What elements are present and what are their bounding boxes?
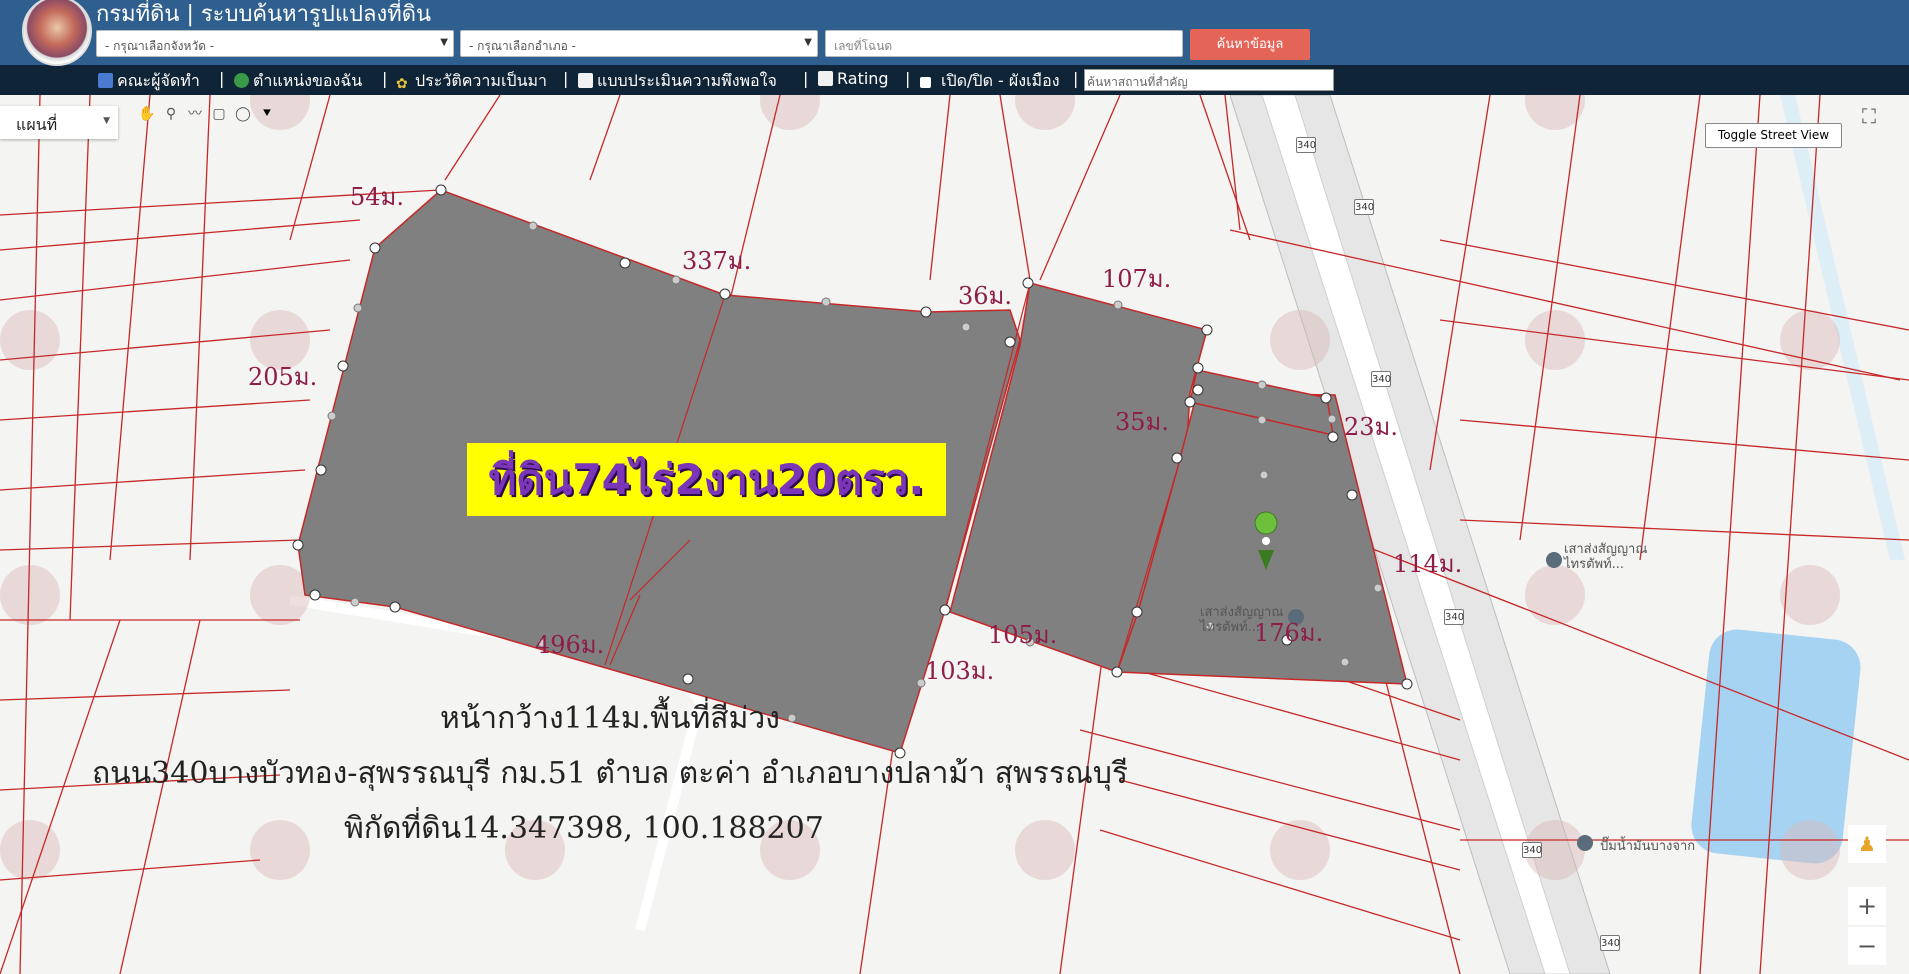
- polygon-icon[interactable]: ⯆: [256, 103, 278, 125]
- location-caption: ถนน340บางบัวทอง-สุพรรณบุรี กม.51 ตำบล ตะ…: [92, 756, 1128, 791]
- route-shield-icon: 340: [1444, 609, 1464, 625]
- nav-item-rating[interactable]: Rating: [818, 69, 889, 88]
- nav-separator: |: [1073, 69, 1079, 88]
- document-icon: [578, 73, 593, 88]
- route-shield-icon: 340: [1354, 199, 1374, 215]
- marker-icon[interactable]: ⚲: [160, 103, 182, 125]
- app-header: กรมที่ดิน | ระบบค้นหารูปแปลงที่ดิน - กรุ…: [0, 0, 1909, 66]
- fullscreen-icon[interactable]: ⛶: [1848, 95, 1890, 137]
- coordinates-caption: พิกัดที่ดิน14.347398, 100.188207: [344, 811, 824, 846]
- dimension-label: 103ม.: [925, 657, 995, 685]
- map-type-select[interactable]: แผนที่ ▼: [0, 106, 118, 139]
- globe-icon: [234, 73, 249, 88]
- dimension-label: 105ม.: [988, 621, 1058, 649]
- deed-number-input[interactable]: เลขที่โฉนด: [825, 30, 1183, 57]
- land-area-banner: ที่ดิน74ไร่2งาน20ตรว.: [467, 443, 946, 516]
- nav-item-survey[interactable]: แบบประเมินความพึงพอใจ: [578, 69, 777, 94]
- nav-separator: |: [905, 69, 911, 88]
- poi-label[interactable]: ปั๊มน้ำมันบางจาก: [1600, 835, 1695, 856]
- nav-separator: |: [382, 69, 388, 88]
- district-select-value: - กรุณาเลือกอำเภอ -: [469, 39, 576, 53]
- nav-separator: |: [219, 69, 225, 88]
- poi-label[interactable]: เสาส่งสัญญาณ ไทรตัพท์...: [1564, 542, 1672, 572]
- department-logo-icon: [22, 0, 92, 66]
- map-canvas[interactable]: 340 340 340 340 340 340 เสาส่งสัญญาณ ไทร…: [0, 95, 1909, 974]
- dimension-label: 176ม.: [1254, 619, 1324, 647]
- frontage-caption: หน้ากว้าง114ม.พื้นที่สีม่วง: [440, 701, 780, 736]
- route-shield-icon: 340: [1522, 842, 1542, 858]
- chart-icon: [818, 71, 833, 86]
- zoom-in-button[interactable]: +: [1848, 887, 1886, 925]
- dimension-label: 35ม.: [1115, 408, 1169, 436]
- drawing-toolbar: ✋ ⚲ 〰 ▢ ◯ ⯆: [136, 103, 280, 127]
- dimension-label: 36ม.: [958, 282, 1012, 310]
- nav-item-team[interactable]: คณะผู้จัดทำ: [98, 69, 200, 94]
- nav-item-label: ประวัติความเป็นมา: [415, 71, 548, 90]
- route-shield-icon: 340: [1600, 935, 1620, 951]
- team-icon: [98, 73, 113, 88]
- app-title: กรมที่ดิน | ระบบค้นหารูปแปลงที่ดิน: [96, 2, 432, 27]
- dimension-label: 23ม.: [1344, 413, 1398, 441]
- nav-item-label: แบบประเมินความพึงพอใจ: [597, 71, 777, 90]
- place-search-input[interactable]: ค้นหาสถานที่สำคัญ: [1084, 69, 1334, 91]
- district-select[interactable]: - กรุณาเลือกอำเภอ - ▼: [460, 30, 818, 57]
- nav-item-label: ตำแหน่งของฉัน: [253, 71, 363, 90]
- pegman-icon[interactable]: ♟: [1848, 825, 1886, 863]
- nav-item-label: คณะผู้จัดทำ: [117, 71, 200, 90]
- route-shield-icon: 340: [1371, 371, 1391, 387]
- rectangle-icon[interactable]: ▢: [208, 103, 230, 125]
- search-button[interactable]: ค้นหาข้อมูล: [1190, 29, 1310, 60]
- zoom-out-button[interactable]: −: [1848, 927, 1886, 965]
- nav-item-my-location[interactable]: ตำแหน่งของฉัน: [234, 69, 362, 94]
- sprout-icon: ✿: [396, 76, 408, 92]
- province-select-value: - กรุณาเลือกจังหวัด -: [105, 39, 215, 53]
- chevron-down-icon: ▼: [440, 37, 448, 48]
- place-search-placeholder: ค้นหาสถานที่สำคัญ: [1087, 75, 1188, 89]
- nav-item-label: เปิด/ปิด - ผังเมือง: [941, 71, 1060, 90]
- hand-icon[interactable]: ✋: [136, 103, 158, 125]
- map-type-value: แผนที่: [16, 115, 58, 134]
- dimension-label: 114ม.: [1393, 550, 1463, 578]
- toggle-street-view-button[interactable]: Toggle Street View: [1705, 123, 1842, 148]
- nav-bar: คณะผู้จัดทำ | ตำแหน่งของฉัน | ✿ ประวัติคว…: [0, 65, 1909, 95]
- polyline-icon[interactable]: 〰: [184, 103, 206, 125]
- dimension-label: 54ม.: [350, 183, 404, 211]
- dimension-label: 337ม.: [682, 247, 752, 275]
- route-shield-icon: 340: [1296, 137, 1316, 153]
- dimension-label: 496ม.: [535, 631, 605, 659]
- nav-item-label: Rating: [837, 69, 889, 88]
- chevron-down-icon: ▼: [103, 116, 110, 126]
- nav-separator: |: [803, 69, 809, 88]
- checkbox-icon[interactable]: [920, 77, 931, 88]
- nav-item-zoning-toggle[interactable]: เปิด/ปิด - ผังเมือง: [920, 69, 1060, 94]
- province-select[interactable]: - กรุณาเลือกจังหวัด - ▼: [96, 30, 454, 57]
- deed-number-placeholder: เลขที่โฉนด: [834, 39, 893, 53]
- dimension-label: 107ม.: [1102, 265, 1172, 293]
- dimension-label: 205ม.: [248, 363, 318, 391]
- chevron-down-icon: ▼: [804, 37, 812, 48]
- nav-separator: |: [563, 69, 569, 88]
- circle-icon[interactable]: ◯: [232, 103, 254, 125]
- nav-item-history[interactable]: ✿ ประวัติความเป็นมา: [396, 69, 547, 94]
